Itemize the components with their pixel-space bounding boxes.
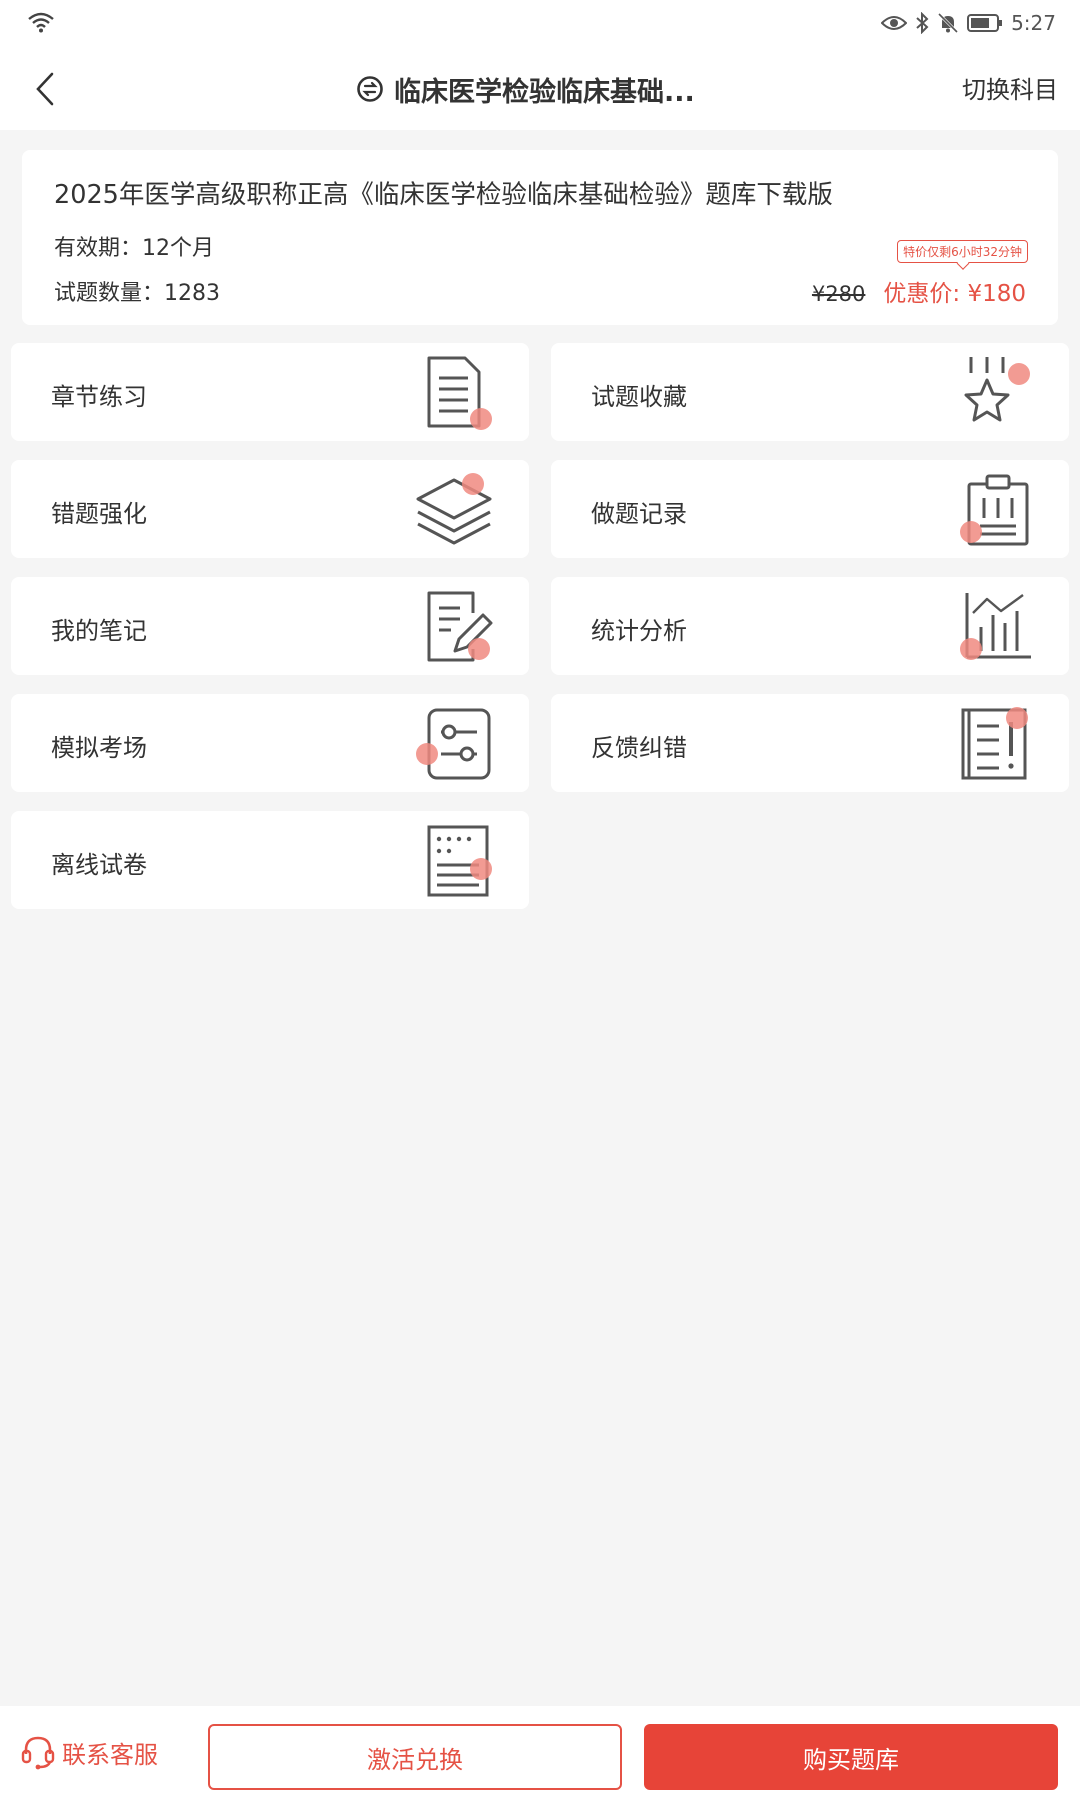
star-icon	[964, 357, 1030, 422]
page-title: 临床医学检验临床基础...	[394, 76, 695, 108]
document-icon	[427, 356, 492, 430]
activate-button[interactable]: 激活兑换	[208, 1724, 622, 1790]
offline-papers-tile[interactable]: 离线试卷	[11, 811, 529, 909]
tile-label: 模拟考场	[51, 734, 147, 762]
exam-paper-icon	[427, 825, 492, 897]
tile-label: 统计分析	[591, 617, 687, 645]
statistics-tile[interactable]: 统计分析	[551, 577, 1069, 675]
original-price: ¥280	[811, 282, 866, 306]
subject-title[interactable]: 临床医学检验临床基础...	[356, 68, 695, 110]
mock-exam-tile[interactable]: 模拟考场	[11, 694, 529, 792]
chapter-practice-tile[interactable]: 章节练习	[11, 343, 529, 441]
mute-bell-icon	[938, 12, 959, 34]
status-time: 5:27	[1011, 11, 1056, 35]
bluetooth-icon	[916, 12, 929, 34]
favorites-tile[interactable]: 试题收藏	[551, 343, 1069, 441]
tile-label: 离线试卷	[51, 851, 147, 879]
product-title: 2025年医学高级职称正高《临床医学检验临床基础检验》题库下载版	[54, 180, 833, 210]
status-icons: 5:27	[881, 8, 1056, 38]
question-count-text: 试题数量：1283	[54, 281, 220, 306]
buy-button[interactable]: 购买题库	[644, 1724, 1058, 1790]
price-row: ¥280 优惠价: ¥180	[812, 274, 1026, 308]
tile-label: 错题强化	[51, 500, 147, 528]
customer-service-button[interactable]: 联系客服	[20, 1734, 158, 1770]
countdown-badge: 特价仅剩6小时32分钟	[897, 240, 1028, 263]
wifi-icon	[28, 12, 54, 33]
tile-label: 做题记录	[591, 500, 687, 528]
tile-label: 我的笔记	[51, 617, 147, 645]
layers-icon	[416, 473, 492, 545]
back-button[interactable]	[18, 62, 72, 116]
sale-price: 优惠价: ¥180	[883, 281, 1026, 307]
bar-chart-icon	[960, 593, 1031, 660]
bottom-action-bar: 联系客服 激活兑换 购买题库	[0, 1706, 1080, 1800]
header: 临床医学检验临床基础... 切换科目	[0, 48, 1080, 130]
notes-tile[interactable]: 我的笔记	[11, 577, 529, 675]
validity-text: 有效期：12个月	[54, 236, 214, 261]
headset-icon	[21, 1736, 55, 1770]
report-error-icon	[961, 707, 1028, 780]
wrong-review-tile[interactable]: 错题强化	[11, 460, 529, 558]
product-card: 2025年医学高级职称正高《临床医学检验临床基础检验》题库下载版 有效期：12个…	[22, 150, 1058, 325]
chevron-left-icon	[36, 72, 54, 106]
eye-icon	[881, 16, 908, 30]
switch-subject-button[interactable]: 切换科目	[962, 70, 1058, 105]
history-tile[interactable]: 做题记录	[551, 460, 1069, 558]
feedback-tile[interactable]: 反馈纠错	[551, 694, 1069, 792]
sliders-icon	[416, 708, 491, 780]
clipboard-icon	[960, 474, 1029, 546]
tile-label: 反馈纠错	[591, 734, 687, 762]
status-bar: 5:27	[0, 0, 1080, 48]
customer-service-label: 联系客服	[62, 1740, 158, 1769]
switch-icon	[357, 76, 383, 102]
tile-label: 章节练习	[51, 383, 147, 411]
tile-label: 试题收藏	[591, 383, 687, 411]
battery-icon	[967, 14, 1003, 32]
note-edit-icon	[427, 591, 493, 662]
